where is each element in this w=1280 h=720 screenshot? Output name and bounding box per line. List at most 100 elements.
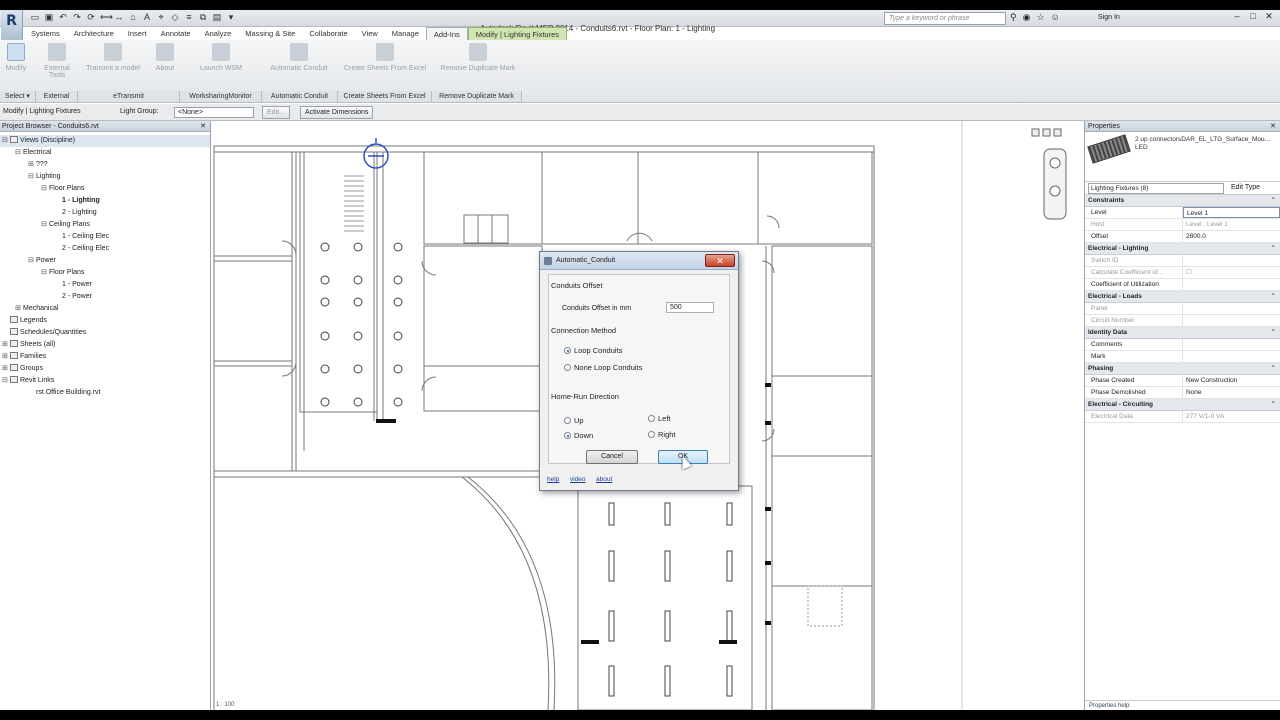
tab-modify-lighting-fixtures[interactable]: Modify | Lighting Fixtures (467, 27, 567, 40)
direction-down-radio[interactable]: Down (564, 431, 593, 440)
close-hidden-icon[interactable]: ⧉ (198, 12, 208, 22)
property-group-header[interactable]: Identity Data ⌃ (1085, 327, 1280, 339)
property-group-header[interactable]: Electrical - Circuiting ⌃ (1085, 399, 1280, 411)
measure-icon[interactable]: ⟷ (100, 12, 113, 22)
dimension-icon[interactable]: ↔ (114, 12, 124, 22)
tag-icon[interactable]: ⌂ (128, 12, 138, 22)
tab-view[interactable]: View (355, 27, 385, 40)
none-loop-conduits-radio[interactable]: None Loop Conduits (564, 363, 642, 372)
collapse-chevron-icon[interactable]: ⌃ (1271, 291, 1276, 303)
browser-node[interactable]: ⊟ Ceiling Plans (0, 219, 210, 231)
customize-dropdown-icon[interactable]: ▾ (226, 12, 236, 22)
browser-node[interactable]: ⊟ Floor Plans (0, 267, 210, 279)
search-input[interactable]: Type a keyword or phrase (884, 12, 1006, 25)
browser-node[interactable]: ⊟ Power (0, 255, 210, 267)
property-group-header[interactable]: Electrical - Loads ⌃ (1085, 291, 1280, 303)
star-icon[interactable]: ☆ (1036, 12, 1044, 23)
user-icon[interactable]: ☺ (1051, 12, 1060, 23)
cancel-button[interactable]: Cancel (586, 450, 638, 464)
tab-manage[interactable]: Manage (385, 27, 426, 40)
browser-node[interactable]: ⊟ Electrical (0, 147, 210, 159)
property-group-header[interactable]: Constraints ⌃ (1085, 195, 1280, 207)
remove-duplicate-mark-button[interactable]: Remove Duplicate Mark (434, 43, 522, 72)
light-group-select[interactable]: <None> (174, 107, 254, 118)
property-group-header[interactable]: Phasing ⌃ (1085, 363, 1280, 375)
save-icon[interactable]: ▣ (44, 12, 54, 22)
browser-node[interactable]: ⊟ Revit Links (0, 375, 210, 387)
offset-input[interactable]: 500 (666, 302, 714, 313)
edit-type-button[interactable]: Edit Type (1231, 184, 1260, 191)
dialog-close-button[interactable]: ✕ (705, 254, 735, 267)
tab-collaborate[interactable]: Collaborate (302, 27, 354, 40)
properties-help-link[interactable]: Properties help (1085, 700, 1280, 710)
open-icon[interactable]: ▭ (30, 12, 40, 22)
browser-node[interactable]: 2 - Ceiling Elec (0, 243, 210, 255)
browser-node[interactable]: ⊞??? (0, 159, 210, 171)
expand-toggle-icon[interactable]: ⊞ (28, 159, 36, 171)
section-icon[interactable]: ◇ (170, 12, 180, 22)
activate-dimensions-button[interactable]: Activate Dimensions (300, 106, 374, 119)
tab-analyze[interactable]: Analyze (198, 27, 239, 40)
minimize-button[interactable]: – (1230, 11, 1244, 21)
close-button[interactable]: ✕ (1262, 11, 1276, 22)
expand-toggle-icon[interactable]: ⊟ (41, 219, 49, 231)
browser-node[interactable]: ⊞ Groups (0, 363, 210, 375)
collapse-chevron-icon[interactable]: ⌃ (1271, 399, 1276, 411)
sync-icon[interactable]: ⟳ (86, 12, 96, 22)
property-value[interactable] (1183, 351, 1280, 362)
collapse-chevron-icon[interactable]: ⌃ (1271, 327, 1276, 339)
project-browser-close-icon[interactable]: ✕ (200, 121, 206, 132)
undo-icon[interactable]: ↶ (58, 12, 68, 22)
browser-node[interactable]: ⊟ Floor Plans (0, 183, 210, 195)
collapse-chevron-icon[interactable]: ⌃ (1271, 243, 1276, 255)
help-link[interactable]: help (547, 476, 559, 483)
binoculars-icon[interactable]: ⚲ (1010, 12, 1017, 23)
property-value[interactable]: None (1183, 387, 1280, 398)
text-icon[interactable]: A (142, 12, 152, 22)
direction-left-radio[interactable]: Left (648, 414, 671, 423)
tab-insert[interactable]: Insert (121, 27, 154, 40)
browser-node[interactable]: 2 - Lighting (0, 207, 210, 219)
browser-node[interactable]: ⊟ Views (Discipline) (0, 135, 210, 147)
browser-node[interactable]: 1 - Ceiling Elec (0, 231, 210, 243)
launch-wsm-button[interactable]: Launch WSM (192, 43, 250, 72)
property-value[interactable]: Level 1 (1183, 207, 1280, 218)
expand-toggle-icon[interactable]: ⊞ (2, 351, 10, 363)
browser-node[interactable]: 1 - Lighting (0, 195, 210, 207)
application-menu-button[interactable]: R (1, 10, 23, 40)
tab-massing-site[interactable]: Massing & Site (238, 27, 302, 40)
browser-node[interactable]: ⊟ Lighting (0, 171, 210, 183)
collapse-chevron-icon[interactable]: ⌃ (1271, 195, 1276, 207)
browser-node[interactable]: Schedules/Quantities (0, 327, 210, 339)
browser-node[interactable]: rst Office Building.rvt (0, 387, 210, 399)
expand-toggle-icon[interactable]: ⊟ (28, 255, 36, 267)
sign-in-link[interactable]: Sign In (1098, 14, 1120, 21)
expand-toggle-icon[interactable]: ⊟ (41, 183, 49, 195)
switch-windows-icon[interactable]: ▤ (212, 12, 222, 22)
direction-up-radio[interactable]: Up (564, 416, 584, 425)
video-link[interactable]: video (570, 476, 586, 483)
transmit-model-button[interactable]: Transmit a model (80, 43, 146, 72)
create-sheets-button[interactable]: Create Sheets From Excel (340, 43, 430, 72)
tab-systems[interactable]: Systems (24, 27, 67, 40)
help-button[interactable]: About (152, 43, 178, 72)
external-tools-button[interactable]: External Tools (40, 43, 74, 79)
loop-conduits-radio[interactable]: Loop Conduits (564, 346, 622, 355)
browser-node[interactable]: 2 - Power (0, 291, 210, 303)
property-value[interactable] (1183, 279, 1280, 290)
property-value[interactable]: 2800.0 (1183, 231, 1280, 242)
type-selector[interactable]: 2 up connectorsDAR_EL_LTG_Surface_Mou...… (1085, 132, 1280, 182)
direction-right-radio[interactable]: Right (648, 430, 676, 439)
select-panel-label[interactable]: Select ▾ (0, 91, 36, 102)
maximize-button[interactable]: □ (1246, 11, 1260, 21)
expand-toggle-icon[interactable]: ⊟ (28, 171, 36, 183)
expand-toggle-icon[interactable]: ⊟ (2, 375, 10, 387)
expand-toggle-icon[interactable]: ⊟ (15, 147, 23, 159)
tab-add-ins[interactable]: Add-Ins (425, 27, 468, 40)
browser-node[interactable]: 1 - Power (0, 279, 210, 291)
browser-node[interactable]: ⊞ Sheets (all) (0, 339, 210, 351)
view-scale[interactable]: 1 : 100 (216, 702, 234, 710)
tab-annotate[interactable]: Annotate (154, 27, 198, 40)
about-link[interactable]: about (596, 476, 612, 483)
edit-button[interactable]: Edit... (262, 106, 290, 119)
